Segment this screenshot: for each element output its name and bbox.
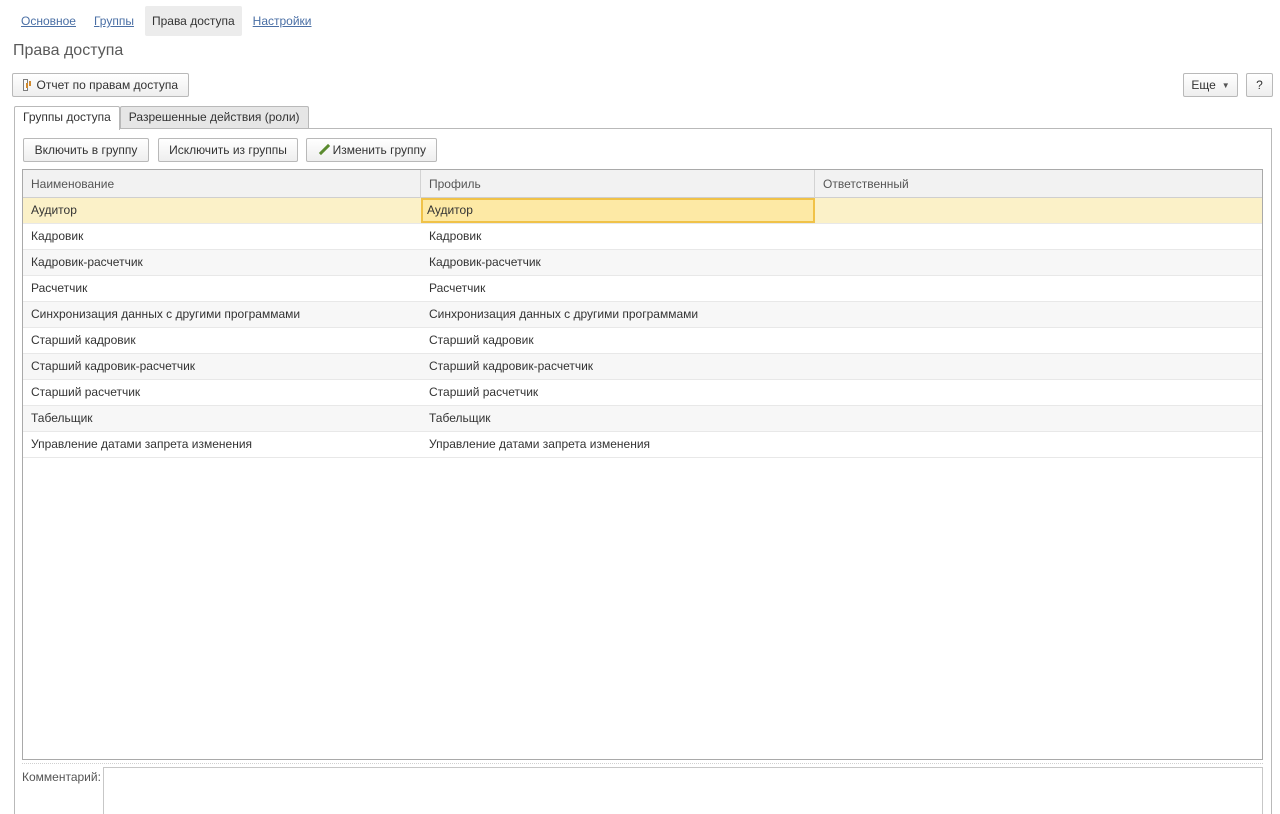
cell-responsible xyxy=(815,328,1262,353)
tab-allowed-actions[interactable]: Разрешенные действия (роли) xyxy=(119,106,309,129)
more-button[interactable]: Еще ▼ xyxy=(1183,73,1238,97)
chevron-down-icon: ▼ xyxy=(1221,80,1230,90)
cell-profile[interactable]: Аудитор xyxy=(421,198,815,223)
table-header: Наименование Профиль Ответственный xyxy=(23,170,1262,198)
table-row[interactable]: Кадровик Кадровик xyxy=(23,224,1262,250)
cell-profile: Кадровик xyxy=(429,229,482,243)
cell-responsible xyxy=(815,354,1262,379)
table-row[interactable]: Табельщик Табельщик xyxy=(23,406,1262,432)
cell-name: Кадровик xyxy=(31,229,84,243)
window: Основное Группы Права доступа Настройки … xyxy=(0,0,1280,814)
cell-responsible xyxy=(815,224,1262,249)
table-row[interactable]: Старший кадровик-расчетчик Старший кадро… xyxy=(23,354,1262,380)
cell-name: Старший кадровик-расчетчик xyxy=(31,359,196,373)
cell-profile: Кадровик-расчетчик xyxy=(429,255,541,269)
cell-responsible xyxy=(815,302,1262,327)
exclude-from-group-label: Исключить из группы xyxy=(169,143,287,157)
page-title: Права доступа xyxy=(13,42,124,59)
nav-link-groups[interactable]: Группы xyxy=(87,6,141,36)
report-button[interactable]: Отчет по правам доступа xyxy=(12,73,189,97)
table-row[interactable]: Управление датами запрета изменения Упра… xyxy=(23,432,1262,458)
cell-profile: Старший кадровик xyxy=(429,333,534,347)
nav-link-main[interactable]: Основное xyxy=(14,6,83,36)
report-icon xyxy=(23,79,29,91)
tab-access-groups[interactable]: Группы доступа xyxy=(14,106,120,130)
table-row[interactable]: Аудитор Аудитор xyxy=(23,198,1262,224)
table-row[interactable]: Синхронизация данных с другими программа… xyxy=(23,302,1262,328)
include-in-group-button[interactable]: Включить в группу xyxy=(23,138,149,162)
cell-profile: Старший кадровик-расчетчик xyxy=(429,359,594,373)
cell-name: Старший расчетчик xyxy=(31,385,141,399)
cell-responsible xyxy=(815,406,1262,431)
cell-responsible xyxy=(815,250,1262,275)
nav-link-access-rights[interactable]: Права доступа xyxy=(144,6,242,36)
cell-name: Старший кадровик xyxy=(31,333,136,347)
report-button-label: Отчет по правам доступа xyxy=(36,78,178,92)
cell-name: Расчетчик xyxy=(31,281,88,295)
cell-profile: Старший расчетчик xyxy=(429,385,539,399)
edit-group-label: Изменить группу xyxy=(332,143,426,157)
comment-label: Комментарий: xyxy=(22,770,101,784)
help-button[interactable]: ? xyxy=(1246,73,1273,97)
nav-link-settings[interactable]: Настройки xyxy=(246,6,319,36)
more-button-label: Еще xyxy=(1191,78,1216,92)
include-in-group-label: Включить в группу xyxy=(34,143,138,157)
column-header-profile[interactable]: Профиль xyxy=(421,170,815,198)
cell-responsible[interactable] xyxy=(815,198,1262,223)
pencil-icon xyxy=(317,143,325,157)
access-groups-table[interactable]: Наименование Профиль Ответственный Аудит… xyxy=(22,169,1263,760)
cell-responsible xyxy=(815,276,1262,301)
tab-strip: Группы доступа Разрешенные действия (рол… xyxy=(14,106,309,130)
cell-responsible xyxy=(815,432,1262,457)
edit-group-button[interactable]: Изменить группу xyxy=(306,138,437,162)
column-header-responsible[interactable]: Ответственный xyxy=(815,170,1262,198)
cell-profile: Синхронизация данных с другими программа… xyxy=(429,307,699,321)
column-header-name[interactable]: Наименование xyxy=(23,170,421,198)
cell-name: Кадровик-расчетчик xyxy=(31,255,143,269)
cell-profile: Табельщик xyxy=(429,411,491,425)
table-row[interactable]: Старший расчетчик Старший расчетчик xyxy=(23,380,1262,406)
table-row[interactable]: Расчетчик Расчетчик xyxy=(23,276,1262,302)
table-row[interactable]: Старший кадровик Старший кадровик xyxy=(23,328,1262,354)
cell-name: Управление датами запрета изменения xyxy=(31,437,253,451)
exclude-from-group-button[interactable]: Исключить из группы xyxy=(158,138,298,162)
cell-profile: Расчетчик xyxy=(429,281,486,295)
help-button-label: ? xyxy=(1256,78,1263,92)
comment-divider xyxy=(22,763,1263,764)
cell-name: Синхронизация данных с другими программа… xyxy=(31,307,301,321)
cell-name: Аудитор xyxy=(31,203,77,217)
cell-profile: Управление датами запрета изменения xyxy=(429,437,651,451)
table-row[interactable]: Кадровик-расчетчик Кадровик-расчетчик xyxy=(23,250,1262,276)
cell-name: Табельщик xyxy=(31,411,93,425)
comment-field[interactable] xyxy=(103,767,1263,814)
cell-responsible xyxy=(815,380,1262,405)
top-navigation: Основное Группы Права доступа Настройки xyxy=(14,6,323,36)
